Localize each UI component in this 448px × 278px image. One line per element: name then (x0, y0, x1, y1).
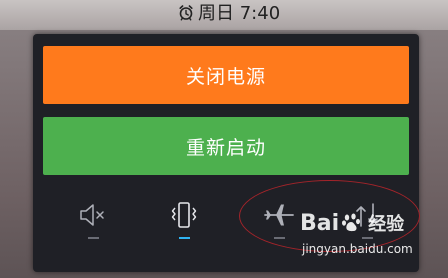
airplane-mode-icon (264, 204, 294, 226)
restart-button[interactable]: 重新启动 (43, 117, 409, 175)
status-bar: 周日 7:40 (0, 0, 448, 30)
clock-time: 周日 7:40 (198, 3, 281, 24)
vibrate-icon (171, 202, 197, 228)
vibrate-mode-indicator (179, 237, 190, 239)
sound-mode-row (33, 192, 419, 272)
airplane-mode-indicator (274, 237, 285, 239)
mute-mode-toggle[interactable] (63, 192, 123, 272)
mute-icon (80, 204, 104, 226)
mobile-data-indicator (362, 237, 373, 239)
mute-mode-indicator (88, 237, 99, 239)
power-off-button[interactable]: 关闭电源 (43, 46, 409, 104)
alarm-clock-icon (179, 4, 193, 20)
status-clock: 周日 7:40 (178, 0, 280, 24)
mobile-data-toggle[interactable] (337, 192, 397, 272)
airplane-mode-toggle[interactable] (249, 192, 309, 272)
mobile-data-icon (356, 203, 378, 227)
vibrate-mode-toggle[interactable] (154, 192, 214, 272)
power-menu-panel: 关闭电源 重新启动 (33, 34, 419, 272)
